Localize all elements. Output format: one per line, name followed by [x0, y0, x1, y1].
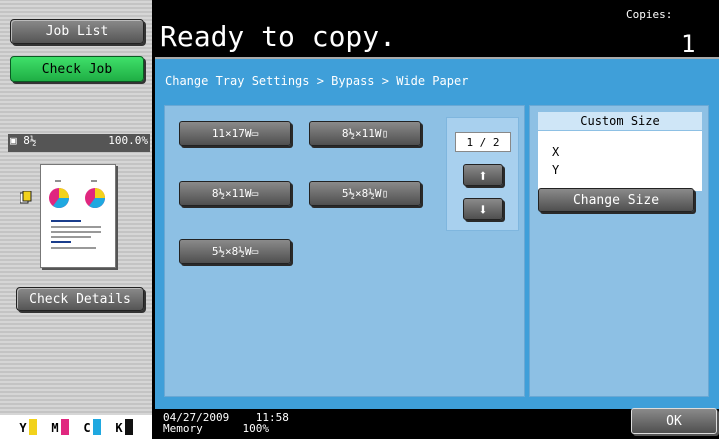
paper-size-area: 11×17W ▭ 8½×11W ▯ 8½×11W ▭ 5½×8½W ▯ 5½×8½W ▭ …: [164, 105, 525, 397]
x-label: X: [552, 145, 560, 159]
size-label: 8½×11W: [211, 187, 252, 200]
memory-value: 100%: [242, 422, 270, 435]
size-label: 5½×8½W: [341, 187, 382, 200]
size-label: 5½×8½W: [211, 245, 252, 258]
arrow-down-icon: ⬇: [478, 199, 488, 219]
paper-size-label: ▣ 8½: [10, 134, 37, 147]
paper-stack-icon: [19, 190, 32, 204]
custom-size-panel: Custom Size X Y Change Size: [529, 105, 709, 397]
toner-y-label: Y: [19, 421, 27, 435]
size-label: 8½×11W: [341, 127, 382, 140]
toner-k-label: K: [115, 421, 123, 435]
status-title: Ready to copy.: [160, 20, 397, 53]
toner-cyan: C: [83, 419, 101, 435]
breadcrumb: Change Tray Settings > Bypass > Wide Pap…: [165, 74, 469, 88]
job-list-button[interactable]: Job List: [10, 19, 144, 44]
copies-value: 1: [681, 30, 696, 58]
portrait-paper-icon: ▯: [381, 127, 389, 140]
page-indicator: 1 / 2: [455, 132, 511, 152]
size-button-11x17w[interactable]: 11×17W ▭: [179, 121, 291, 146]
landscape-paper-icon: ▭: [251, 127, 259, 140]
toner-m-label: M: [51, 421, 59, 435]
left-panel: Job List Check Job ▣ 8½ 100.0% Check Det…: [0, 0, 152, 439]
pager: 1 / 2 ⬆ ⬇: [446, 117, 519, 231]
size-button-8-5x11w[interactable]: 8½×11W ▯: [309, 121, 421, 146]
size-button-8-5x11w-landscape[interactable]: 8½×11W ▭: [179, 181, 291, 206]
size-button-5-5x8-5w[interactable]: 5½×8½W ▯: [309, 181, 421, 206]
memory-label: Memory: [163, 422, 203, 435]
toner-magenta: M: [51, 419, 69, 435]
toner-c-bar: [92, 419, 101, 435]
page-thumbnail: [40, 164, 116, 268]
landscape-paper-icon: ▭: [251, 245, 259, 258]
ok-button[interactable]: OK: [631, 408, 717, 434]
copies-label: Copies:: [626, 8, 673, 21]
portrait-paper-icon: ▯: [381, 187, 389, 200]
y-label: Y: [552, 163, 560, 177]
check-job-button[interactable]: Check Job: [10, 56, 144, 82]
custom-size-values: X Y: [538, 131, 702, 191]
toner-yellow: Y: [19, 419, 37, 435]
toner-k-bar: [124, 419, 133, 435]
toner-black: K: [115, 419, 133, 435]
check-details-button[interactable]: Check Details: [16, 287, 144, 311]
page-up-button[interactable]: ⬆: [463, 164, 503, 186]
preview-area: ▣ 8½ 100.0%: [8, 134, 150, 278]
toner-levels: Y M C K: [0, 415, 152, 439]
zoom-value: 100.0%: [108, 134, 148, 147]
main-panel: Change Tray Settings > Bypass > Wide Pap…: [155, 57, 719, 409]
landscape-paper-icon: ▭: [251, 187, 259, 200]
preview-info: ▣ 8½ 100.0%: [8, 134, 150, 152]
custom-size-title: Custom Size: [538, 112, 702, 130]
size-label: 11×17W: [211, 127, 252, 140]
size-button-5-5x8-5w-landscape[interactable]: 5½×8½W ▭: [179, 239, 291, 264]
toner-y-bar: [28, 419, 37, 435]
change-size-button[interactable]: Change Size: [538, 188, 694, 212]
page-down-button[interactable]: ⬇: [463, 198, 503, 220]
color-doc-icon: [49, 180, 105, 249]
status-bar: 04/27/2009 11:58 Memory 100%: [163, 412, 289, 434]
arrow-up-icon: ⬆: [478, 165, 488, 185]
toner-m-bar: [60, 419, 69, 435]
toner-c-label: C: [83, 421, 91, 435]
